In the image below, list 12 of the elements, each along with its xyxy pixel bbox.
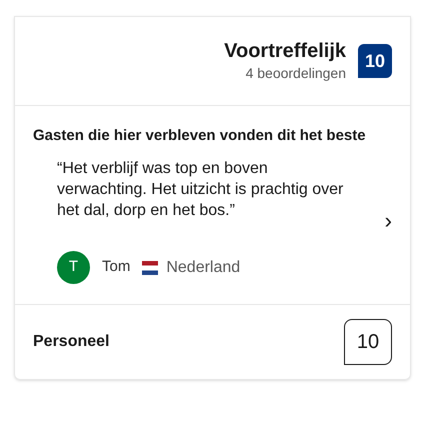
rating-label: Voortreffelijk — [224, 39, 346, 63]
category-score: 10 — [344, 319, 392, 365]
score-badge: 10 — [358, 44, 392, 78]
avatar: T — [57, 251, 90, 284]
flag-icon — [142, 260, 158, 274]
reviewer-name: Tom — [102, 257, 130, 278]
review-quote: “Het verblijf was top en boven verwachting. Het uitzicht is prachtig over het dal, dorp en het bos.” — [56, 159, 344, 221]
highlight-heading: Gasten die hier verbleven vonden dit het beste — [33, 126, 367, 146]
reviewer-country: Nederland — [166, 258, 240, 278]
category-name: Personeel — [33, 332, 110, 352]
next-button[interactable]: › — [384, 209, 392, 233]
review-count: 4 beoordelingen — [246, 64, 346, 83]
